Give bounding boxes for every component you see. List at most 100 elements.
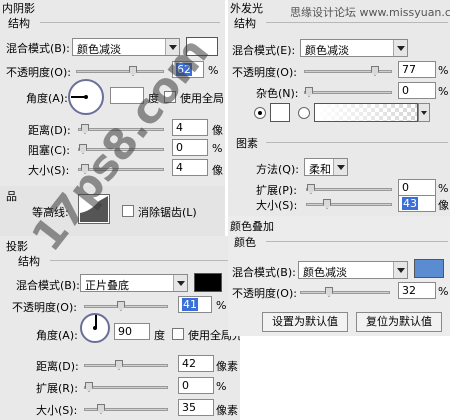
angle-input[interactable]: 90 [114, 323, 150, 340]
noise-slider[interactable] [304, 87, 392, 97]
outer-glow-section: 结构 [234, 17, 256, 30]
noise-input[interactable]: 0 [398, 82, 436, 99]
chevron-down-icon [173, 275, 187, 291]
global-light-checkbox[interactable] [172, 328, 184, 340]
opacity-slider-thumb[interactable] [129, 66, 137, 76]
color-overlay-title: 颜色叠加 [230, 220, 274, 233]
size-slider[interactable] [306, 199, 392, 209]
distance-input[interactable]: 42 [178, 355, 214, 372]
gradient-radio[interactable] [298, 107, 310, 119]
noise-unit: % [438, 85, 449, 98]
opacity-slider[interactable] [300, 287, 390, 297]
outer-glow-panel: 外发光 结构 混合模式(E): 颜色减淡 不透明度(O): 77 % 杂色(N)… [228, 0, 450, 195]
reset-default-button[interactable]: 复位为默认值 [356, 312, 442, 332]
inner-shadow-section: 结构 [8, 17, 30, 30]
size-input[interactable]: 35 [178, 399, 214, 416]
blend-mode-value: 颜色减淡 [305, 44, 349, 57]
spread-label: 扩展(P): [256, 184, 297, 195]
opacity-unit: % [438, 285, 449, 298]
choke-unit: % [212, 142, 223, 155]
drop-shadow-color-swatch[interactable] [194, 273, 222, 292]
choke-label: 阻塞(C): [28, 144, 70, 157]
color-overlay-swatch[interactable] [414, 259, 444, 278]
antialias-checkbox[interactable] [122, 205, 134, 217]
spread-input[interactable]: 0 [178, 377, 214, 394]
opacity-label: 不透明度(O): [232, 66, 297, 79]
angle-label: 角度(A): [26, 92, 68, 105]
spread-slider-thumb[interactable] [85, 382, 93, 392]
set-default-button[interactable]: 设置为默认值 [262, 312, 348, 332]
gradient-swatch[interactable] [314, 103, 418, 122]
size-label: 大小(S): [256, 199, 298, 212]
opacity-input[interactable]: 32 [398, 282, 436, 299]
blend-mode-select[interactable]: 颜色减淡 [300, 39, 408, 57]
opacity-slider-thumb[interactable] [371, 66, 379, 76]
size-slider-thumb[interactable] [97, 404, 105, 414]
opacity-slider-thumb[interactable] [117, 301, 125, 311]
distance-slider-thumb[interactable] [115, 360, 123, 370]
spread-input[interactable]: 0 [398, 179, 436, 195]
divider [40, 22, 220, 23]
divider [266, 241, 448, 242]
blend-mode-value: 颜色减淡 [303, 266, 347, 279]
radio-selected-dot [258, 111, 262, 115]
spread-slider[interactable] [84, 382, 168, 392]
size-input[interactable]: 4 [172, 159, 208, 176]
chevron-down-icon [421, 111, 427, 115]
blend-mode-select[interactable]: 正片叠底 [80, 274, 188, 292]
outer-glow-title: 外发光 [230, 2, 263, 15]
spread-slider[interactable] [306, 184, 392, 194]
opacity-input[interactable]: 77 [398, 61, 436, 78]
opacity-slider[interactable] [84, 301, 168, 311]
outer-glow-color-swatch[interactable] [270, 103, 290, 122]
distance-slider[interactable] [84, 360, 168, 370]
distance-label: 距离(D): [36, 360, 79, 373]
opacity-slider[interactable] [304, 66, 392, 76]
blend-mode-select[interactable]: 颜色减淡 [298, 261, 408, 279]
antialias-label: 消除锯齿(L) [138, 206, 197, 219]
chevron-down-icon [393, 40, 407, 56]
blend-mode-label: 混合模式(E): [232, 44, 296, 57]
opacity-input[interactable]: 41 [178, 296, 212, 313]
size-input[interactable]: 43 [398, 195, 436, 212]
top-watermark: 思缘设计论坛 www.missyuan.com [290, 6, 450, 19]
angle-unit: 度 [154, 329, 165, 342]
blend-mode-label: 混合模式(B): [232, 266, 296, 279]
size-unit: 像 [212, 164, 223, 177]
chevron-down-icon [333, 159, 347, 175]
angle-dial-center [84, 95, 88, 99]
divider [266, 22, 448, 23]
quality-title: 品 [6, 190, 17, 203]
elements-title: 图素 [236, 137, 258, 150]
distance-unit: 像 [212, 124, 223, 137]
technique-label: 方法(Q): [256, 163, 299, 176]
color-overlay-section: 颜色 [234, 236, 256, 249]
divider [50, 260, 235, 261]
technique-select[interactable]: 柔和 [304, 158, 348, 176]
size-unit: 像素 [216, 404, 238, 417]
distance-input[interactable]: 4 [172, 119, 208, 136]
distance-label: 距离(D): [28, 124, 71, 137]
spread-slider-thumb[interactable] [307, 184, 315, 194]
opacity-slider-thumb[interactable] [325, 287, 333, 297]
size-label: 大小(S): [36, 404, 78, 417]
gradient-dropdown[interactable] [418, 103, 430, 122]
opacity-label: 不透明度(O): [6, 66, 71, 79]
blend-mode-label: 混合模式(B): [16, 279, 80, 292]
choke-input[interactable]: 0 [172, 139, 208, 156]
solid-color-radio[interactable] [254, 107, 266, 119]
outer-glow-size-row: 大小(S): 43 像 [228, 195, 450, 216]
angle-dial[interactable] [68, 79, 104, 115]
size-slider-thumb[interactable] [323, 199, 331, 209]
technique-value: 柔和 [309, 163, 331, 176]
angle-label: 角度(A): [36, 329, 78, 342]
spread-unit: % [438, 182, 449, 195]
blend-mode-value: 正片叠底 [85, 279, 129, 292]
opacity-label: 不透明度(O): [232, 287, 297, 300]
distance-slider-thumb[interactable] [81, 124, 89, 134]
spread-unit: % [216, 380, 227, 393]
size-slider[interactable] [84, 404, 168, 414]
angle-dial[interactable] [80, 313, 110, 343]
blend-mode-value: 颜色减淡 [77, 43, 121, 56]
noise-slider-thumb[interactable] [305, 87, 313, 97]
